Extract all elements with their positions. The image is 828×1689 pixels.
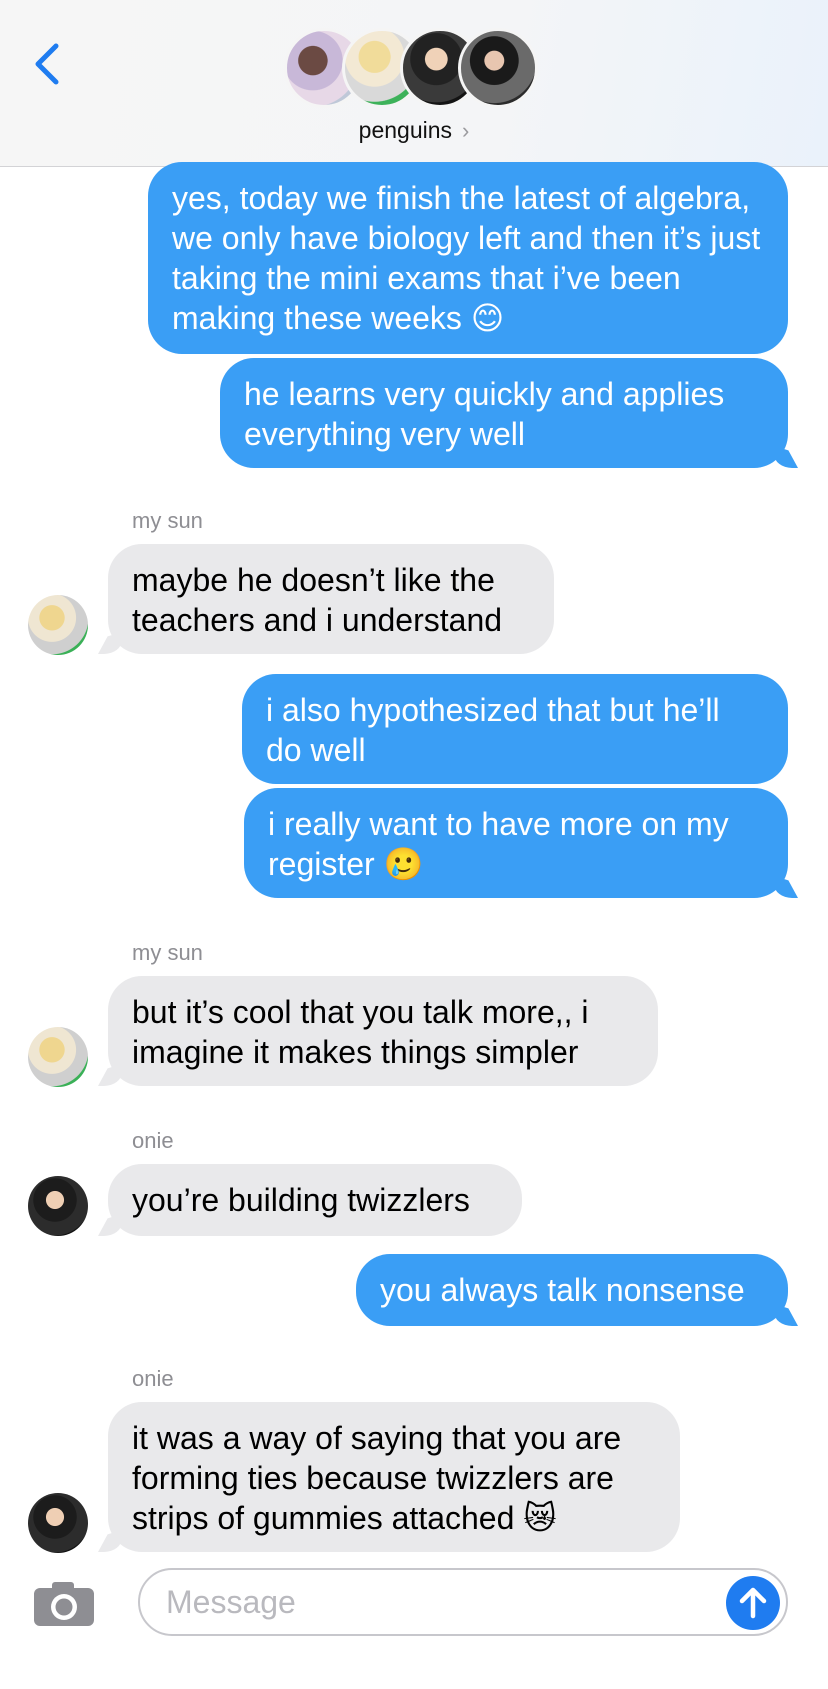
avatar [458,28,538,108]
message-text: i really want to have more on my registe… [268,806,729,882]
camera-icon [34,1582,94,1626]
outgoing-message[interactable]: he learns very quickly and applies every… [220,358,788,468]
outgoing-message[interactable]: i really want to have more on my registe… [244,788,788,898]
avatar[interactable] [28,1027,88,1087]
message-text: it was a way of saying that you are form… [132,1420,622,1536]
incoming-message[interactable]: but it’s cool that you talk more,, i ima… [108,976,658,1086]
incoming-message[interactable]: it was a way of saying that you are form… [108,1402,680,1552]
message-text: i also hypothesized that but he’ll do we… [266,692,720,768]
sender-name: my sun [132,940,203,965]
group-avatars[interactable] [284,28,544,110]
group-name: penguins [358,117,453,143]
message-text: maybe he doesn’t like the teachers and i… [132,562,503,638]
sender-name: onie [132,1128,174,1153]
arrow-up-icon [739,1587,767,1619]
back-button[interactable] [28,36,68,92]
outgoing-message[interactable]: you always talk nonsense [356,1254,788,1326]
message-text: you’re building twizzlers [132,1182,470,1218]
incoming-message[interactable]: maybe he doesn’t like the teachers and i… [108,544,554,654]
chevron-left-icon [35,43,59,85]
message-text: yes, today we finish the latest of algeb… [172,180,761,336]
send-button[interactable] [726,1576,780,1630]
avatar[interactable] [28,1493,88,1553]
message-text: he learns very quickly and applies every… [244,376,725,452]
chevron-right-icon: › [462,118,470,143]
outgoing-message[interactable]: yes, today we finish the latest of algeb… [148,162,788,354]
message-input[interactable]: Message [138,1568,788,1636]
incoming-message[interactable]: you’re building twizzlers [108,1164,522,1236]
conversation-header: penguins › [0,0,828,167]
message-placeholder: Message [166,1584,296,1620]
sender-name: onie [132,1366,174,1391]
avatar[interactable] [28,1176,88,1236]
outgoing-message[interactable]: i also hypothesized that but he’ll do we… [242,674,788,784]
avatar[interactable] [28,595,88,655]
group-name-button[interactable]: penguins › [0,117,828,144]
sender-name: my sun [132,508,203,533]
message-text: you always talk nonsense [380,1272,745,1308]
message-text: but it’s cool that you talk more,, i ima… [132,994,589,1070]
camera-button[interactable] [32,1580,96,1628]
